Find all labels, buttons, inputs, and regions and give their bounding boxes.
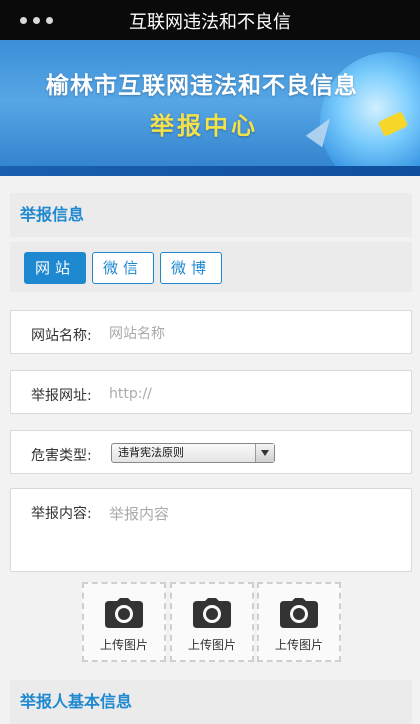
upload-image-button-3[interactable]: 上传图片	[257, 582, 341, 662]
site-url-field: 举报网址:	[10, 370, 412, 414]
upload-image-label: 上传图片	[274, 638, 323, 652]
chevron-down-icon[interactable]	[255, 444, 274, 462]
page-title: 互联网违法和不良信	[129, 12, 291, 33]
tab-website[interactable]: 网站	[24, 252, 86, 284]
tab-wechat[interactable]: 微信	[92, 252, 154, 284]
upload-image-label: 上传图片	[99, 638, 148, 652]
report-content-textarea[interactable]	[107, 501, 401, 561]
tab-weibo[interactable]: 微博	[160, 252, 222, 284]
upload-image-label: 上传图片	[187, 638, 236, 652]
harm-type-label: 危害类型:	[31, 448, 92, 464]
site-name-field: 网站名称:	[10, 310, 412, 354]
site-url-input[interactable]	[107, 383, 401, 405]
camera-icon	[280, 598, 318, 628]
upload-image-button-1[interactable]: 上传图片	[82, 582, 166, 662]
harm-type-field: 危害类型: 违背宪法原则	[10, 430, 412, 474]
camera-icon	[105, 598, 143, 628]
site-name-input[interactable]	[107, 323, 401, 345]
site-name-label: 网站名称:	[31, 328, 92, 344]
upload-image-button-2[interactable]: 上传图片	[170, 582, 254, 662]
top-navigation-bar: 互联网违法和不良信	[0, 0, 420, 40]
header-banner: 榆林市互联网违法和不良信息 举报中心	[0, 40, 420, 176]
report-content-label: 举报内容:	[31, 506, 92, 522]
banner-subtitle: 举报中心	[150, 111, 258, 140]
section-reporter-info-title: 举报人基本信息	[10, 680, 412, 724]
harm-type-selected-value: 违背宪法原则	[118, 446, 184, 459]
camera-icon	[193, 598, 231, 628]
back-icon[interactable]	[14, 10, 58, 30]
banner-title: 榆林市互联网违法和不良信息	[46, 72, 358, 99]
report-type-tabs: 网站 微信 微博	[10, 242, 412, 292]
report-content-field: 举报内容:	[10, 488, 412, 572]
site-url-label: 举报网址:	[31, 388, 92, 404]
harm-type-select[interactable]: 违背宪法原则	[111, 443, 275, 463]
banner-divider	[0, 166, 420, 176]
section-report-info-title: 举报信息	[10, 193, 412, 237]
